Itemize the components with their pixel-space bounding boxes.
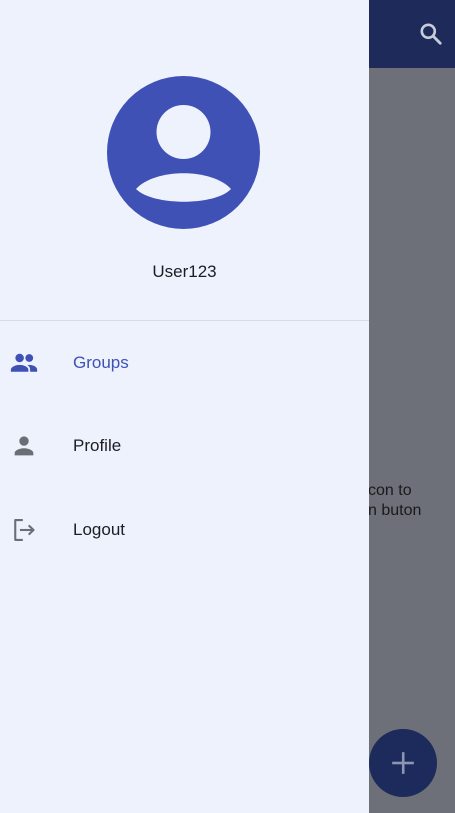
navigation-drawer: User123 Groups Profile Logout (0, 0, 369, 813)
drawer-item-logout[interactable]: Logout (0, 502, 369, 558)
hint-line-2: n buton (368, 502, 422, 519)
drawer-item-label: Profile (73, 436, 122, 455)
person-icon (8, 430, 40, 462)
drawer-item-profile[interactable]: Profile (0, 418, 369, 474)
search-button[interactable] (417, 20, 445, 48)
account-circle-icon (107, 76, 260, 229)
username: User123 (152, 262, 217, 281)
add-button[interactable] (369, 729, 437, 797)
hint-line-1: con to (368, 482, 412, 499)
plus-icon (392, 752, 414, 774)
search-icon (420, 23, 442, 45)
group-icon (8, 347, 40, 379)
drawer-item-groups[interactable]: Groups (0, 335, 369, 391)
drawer-item-label: Groups (73, 353, 129, 372)
background-hint-text: con to n buton (368, 481, 455, 521)
drawer-item-label: Logout (73, 520, 125, 539)
drawer-divider (0, 320, 369, 321)
avatar (107, 76, 260, 229)
logout-icon (8, 514, 40, 546)
